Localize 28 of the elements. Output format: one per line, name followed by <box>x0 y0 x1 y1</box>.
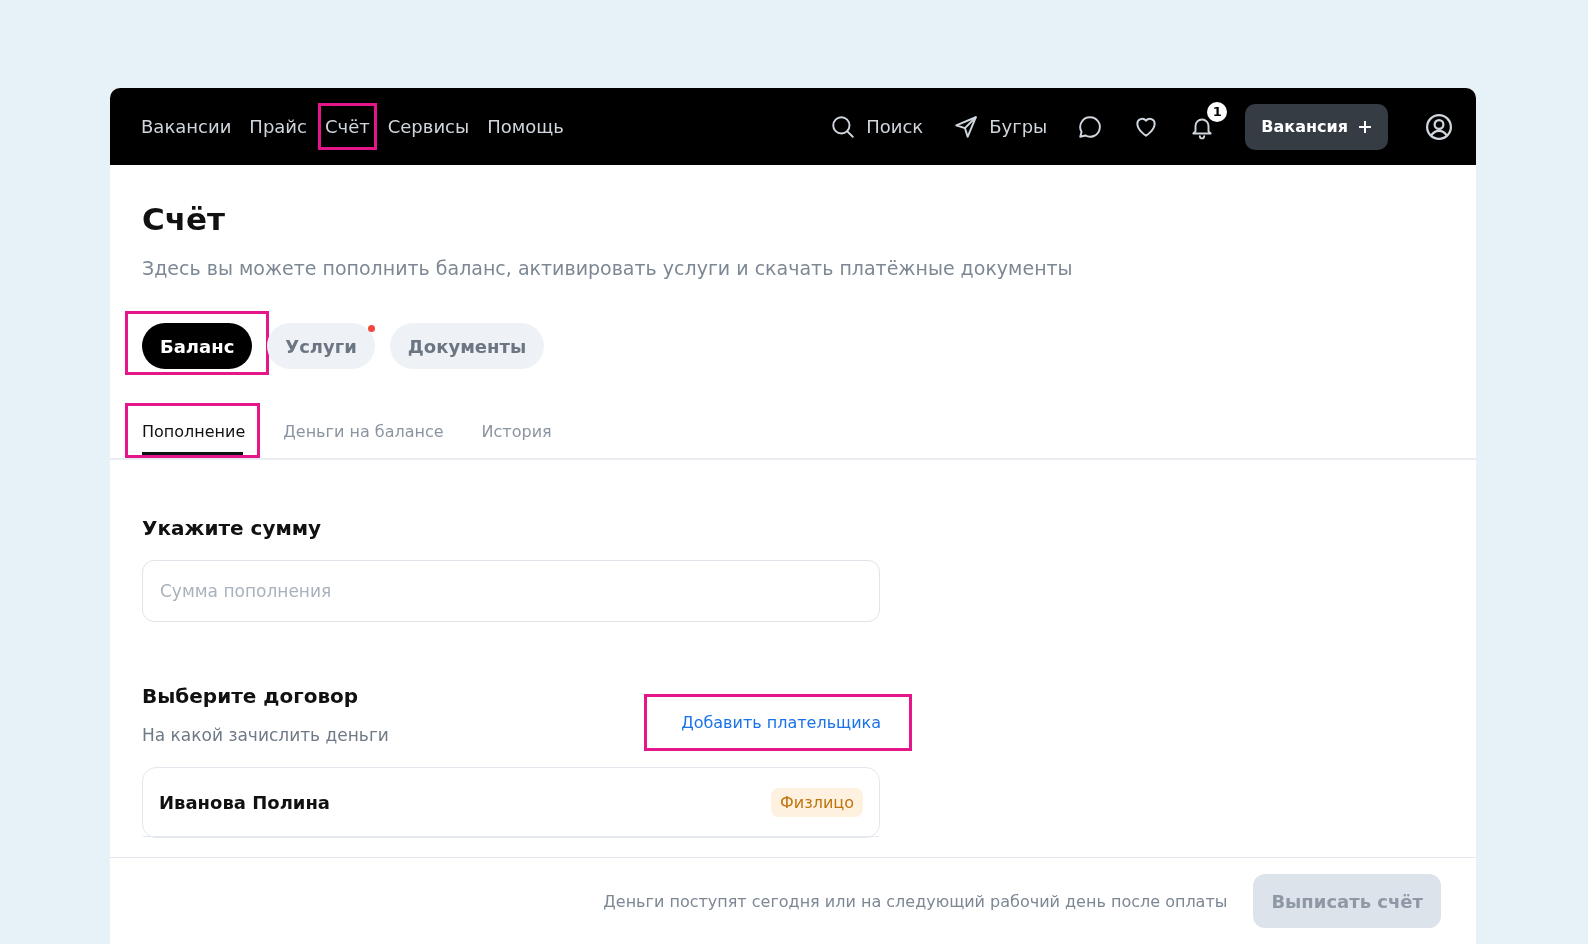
search-icon <box>830 113 857 140</box>
search-button[interactable]: Поиск <box>830 113 924 140</box>
nav-link[interactable]: Прайс <box>242 103 314 150</box>
type-tag: Физлицо <box>771 787 863 817</box>
nav-link[interactable]: Счёт <box>317 103 377 150</box>
page-subtitle: Здесь вы можете пополнить баланс, активировать услуги и скачать платёжные документы <box>142 257 1074 279</box>
tab[interactable]: Документы <box>389 323 545 369</box>
section-heading: Укажите сумму <box>142 516 323 540</box>
footer-note: Деньги поступят сегодня или на следующий рабочий день после оплаты <box>603 891 1228 911</box>
tab[interactable]: Услуги <box>267 323 375 369</box>
sub-tab[interactable]: Пополнение <box>125 403 261 458</box>
user-circle-icon <box>1424 111 1454 142</box>
tab[interactable]: Баланс <box>142 323 253 369</box>
contract-option[interactable]: Иванова Полина Физлицо <box>143 768 879 837</box>
section-hint: На какой зачислить деньги <box>142 724 389 745</box>
location-button[interactable]: Бугры <box>953 113 1048 140</box>
page-title: Счёт <box>142 201 227 237</box>
create-vacancy-button[interactable]: Вакансия <box>1245 103 1388 150</box>
add-payer-link[interactable]: Добавить плательщика <box>681 713 881 732</box>
nav-link[interactable]: Сервисы <box>380 103 477 150</box>
chat-bubble-icon <box>1077 113 1104 140</box>
nav-link[interactable]: Помощь <box>480 103 571 150</box>
paper-plane-icon <box>953 113 980 140</box>
nav-link[interactable]: Вакансии <box>134 103 239 150</box>
notification-badge: 1 <box>1207 101 1228 122</box>
amount-field[interactable]: Сумма пополнения <box>142 560 880 622</box>
section-heading: Выберите договор <box>142 684 360 708</box>
plus-icon <box>1358 119 1372 134</box>
